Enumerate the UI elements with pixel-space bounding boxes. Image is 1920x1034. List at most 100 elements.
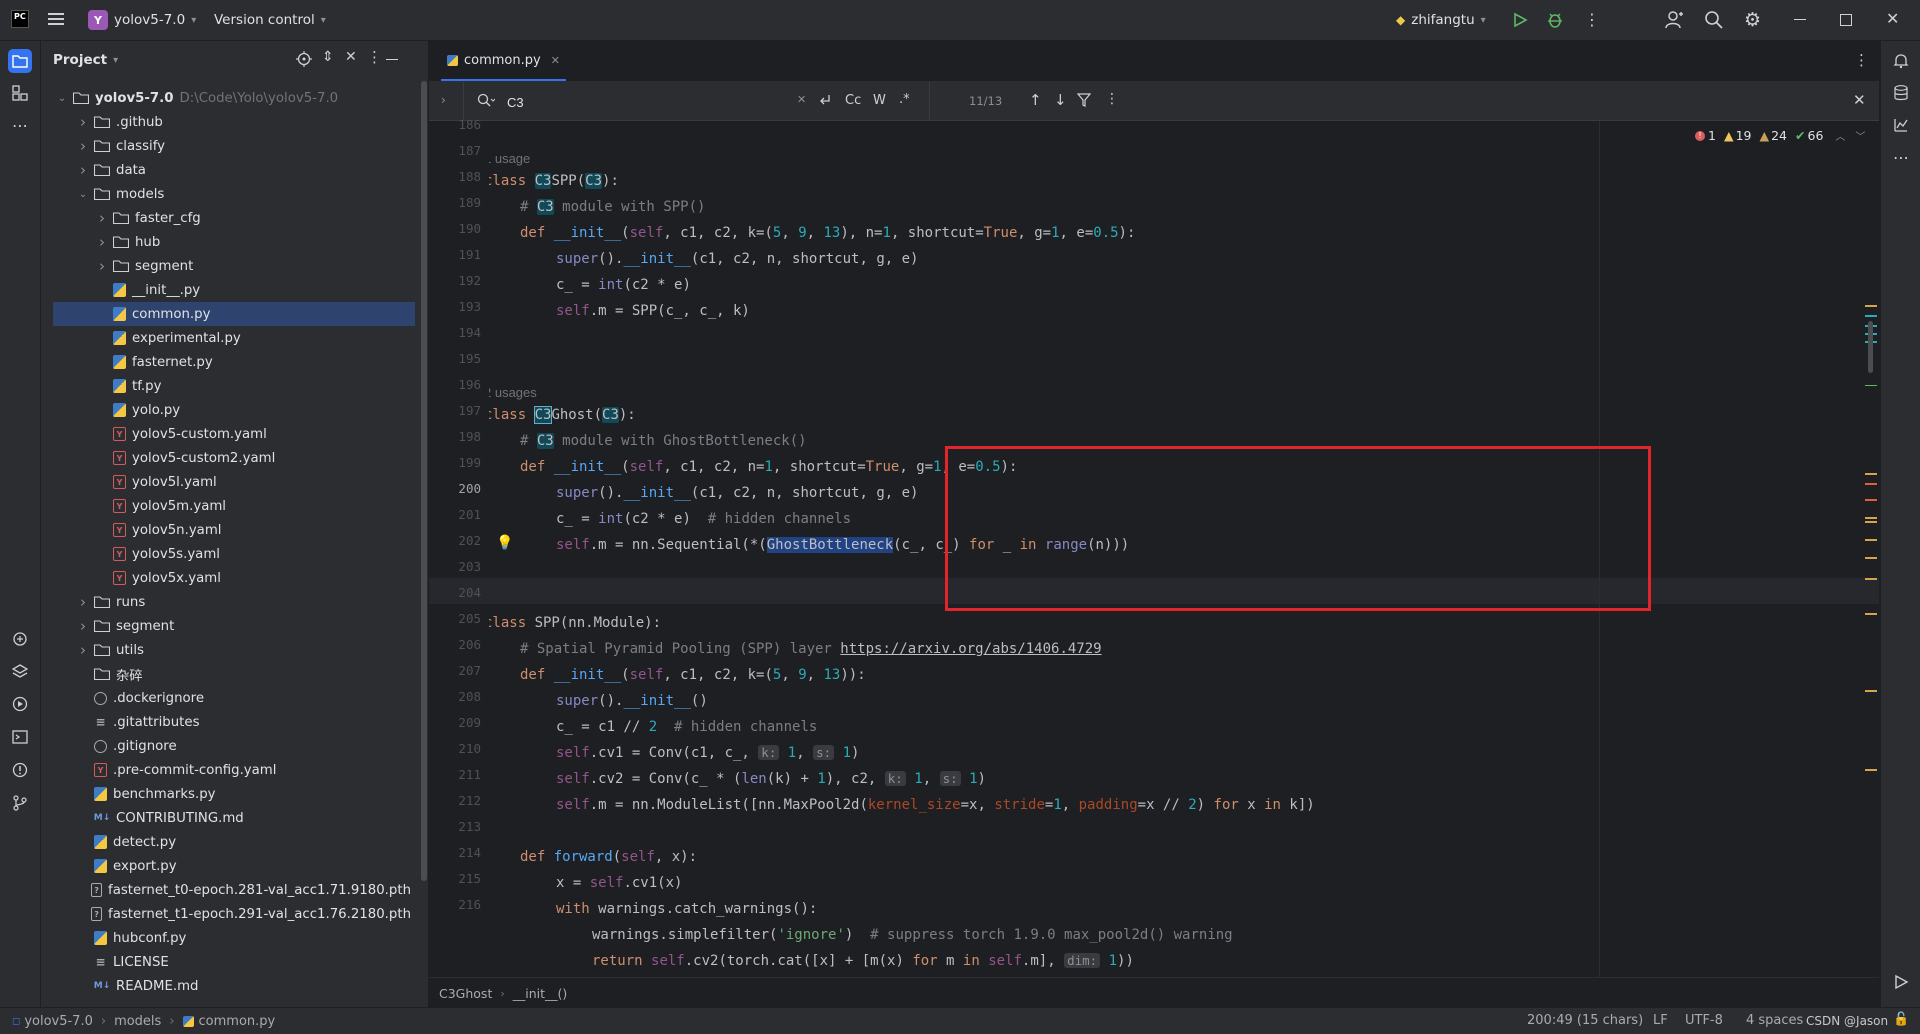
line-number[interactable]: 203: [431, 554, 481, 580]
tree-file[interactable]: M↓ CONTRIBUTING.md: [41, 806, 411, 830]
tree-file[interactable]: Yyolov5s.yaml: [41, 542, 411, 566]
tree-file[interactable]: ? fasternet_t0-epoch.281-val_acc1.71.9180…: [41, 878, 411, 902]
tree-file[interactable]: tf.py: [41, 374, 411, 398]
project-selector[interactable]: Y yolov5-7.0 ▾: [88, 10, 196, 30]
run-icon[interactable]: [1889, 970, 1913, 994]
close-find-icon[interactable]: ✕: [1853, 91, 1866, 109]
indent-setting[interactable]: 4 spaces: [1746, 1013, 1803, 1028]
tree-file[interactable]: Yyolov5m.yaml: [41, 494, 411, 518]
tree-file[interactable]: __init__.py: [41, 278, 411, 302]
database-icon[interactable]: [1889, 81, 1913, 105]
chevron-right-icon[interactable]: ›: [76, 137, 90, 155]
tree-folder[interactable]: › runs: [41, 590, 411, 614]
tree-file[interactable]: benchmarks.py: [41, 782, 411, 806]
tree-folder[interactable]: › segment: [41, 254, 411, 278]
more-tools-icon[interactable]: ⋯: [1889, 145, 1913, 169]
chevron-right-icon[interactable]: ›: [76, 593, 90, 611]
chevron-down-icon[interactable]: ﹀: [1855, 128, 1865, 143]
search-history-icon[interactable]: [477, 93, 495, 109]
tree-file[interactable]: ≡ .gitattributes: [41, 710, 411, 734]
line-number[interactable]: 198: [431, 424, 481, 450]
more-actions-icon[interactable]: ⋮: [1584, 10, 1600, 29]
regex-toggle[interactable]: .*: [899, 92, 910, 107]
tree-file[interactable]: Yyolov5l.yaml: [41, 470, 411, 494]
problems-icon[interactable]: [8, 758, 32, 782]
line-number[interactable]: 188: [431, 164, 481, 190]
tree-folder[interactable]: › hub: [41, 230, 411, 254]
line-number[interactable]: 206: [431, 632, 481, 658]
filter-icon[interactable]: [1077, 93, 1091, 107]
main-menu-icon[interactable]: [48, 12, 64, 26]
breadcrumb-class[interactable]: C3Ghost: [439, 986, 492, 1001]
line-number[interactable]: 207: [431, 658, 481, 684]
line-number[interactable]: 199: [431, 450, 481, 476]
tab-options-icon[interactable]: ⋮: [1854, 51, 1869, 69]
line-number[interactable]: 192: [431, 268, 481, 294]
tree-file[interactable]: common.py: [53, 302, 415, 326]
usage-hint[interactable]: 1 usage: [489, 151, 530, 166]
tree-file[interactable]: Yyolov5-custom.yaml: [41, 422, 411, 446]
line-number[interactable]: 189: [431, 190, 481, 216]
chevron-right-icon[interactable]: ›: [76, 617, 90, 635]
status-path-project[interactable]: yolov5-7.0: [24, 1014, 93, 1029]
tree-folder[interactable]: › faster_cfg: [41, 206, 411, 230]
tree-file[interactable]: .dockerignore: [41, 686, 411, 710]
python-packages-icon[interactable]: [8, 627, 32, 651]
tree-file[interactable]: Y .pre-commit-config.yaml: [41, 758, 411, 782]
line-number[interactable]: 191: [431, 242, 481, 268]
new-line-icon[interactable]: [817, 92, 833, 108]
find-input[interactable]: [505, 91, 729, 113]
tree-folder[interactable]: › utils: [41, 638, 411, 662]
usage-hint[interactable]: 2 usages: [489, 385, 537, 400]
tree-file[interactable]: hubconf.py: [41, 926, 411, 950]
line-number[interactable]: 209: [431, 710, 481, 736]
minimize-icon[interactable]: [1794, 19, 1806, 20]
close-tab-icon[interactable]: ✕: [551, 54, 560, 67]
chevron-right-icon[interactable]: ›: [95, 233, 109, 251]
tree-root[interactable]: ⌄ yolov5-7.0 D:\Code\Yolo\yolov5-7.0: [41, 86, 411, 110]
restore-icon[interactable]: [1840, 14, 1852, 26]
tab-common-py[interactable]: common.py ✕: [441, 41, 566, 81]
git-icon[interactable]: [8, 791, 32, 815]
tree-file[interactable]: experimental.py: [41, 326, 411, 350]
whole-words-toggle[interactable]: W: [873, 93, 886, 108]
vcs-selector[interactable]: Version control ▾: [214, 10, 326, 30]
search-icon[interactable]: [1704, 10, 1724, 30]
status-path-file[interactable]: common.py: [199, 1014, 276, 1029]
file-encoding[interactable]: UTF-8: [1685, 1013, 1723, 1028]
terminal-icon[interactable]: [8, 725, 32, 749]
breadcrumb-method[interactable]: __init__(): [513, 986, 568, 1001]
run-icon[interactable]: [1512, 12, 1528, 28]
match-case-toggle[interactable]: Cc: [845, 93, 861, 108]
line-number[interactable]: 211: [431, 762, 481, 788]
line-number[interactable]: 201: [431, 502, 481, 528]
tree-file[interactable]: yolo.py: [41, 398, 411, 422]
clear-search-icon[interactable]: ✕: [797, 93, 806, 106]
chevron-right-icon[interactable]: ›: [76, 161, 90, 179]
previous-match-icon[interactable]: ↑: [1029, 91, 1042, 109]
tree-folder[interactable]: › classify: [41, 134, 411, 158]
tree-folder[interactable]: › data: [41, 158, 411, 182]
chevron-right-icon[interactable]: ›: [441, 93, 446, 107]
find-options-icon[interactable]: ⋮: [1105, 91, 1119, 107]
line-number[interactable]: 194: [431, 320, 481, 346]
notifications-icon[interactable]: [1889, 49, 1913, 73]
tree-file[interactable]: Yyolov5x.yaml: [41, 566, 411, 590]
tree-file[interactable]: .gitignore: [41, 734, 411, 758]
debug-icon[interactable]: [1546, 11, 1564, 29]
line-number[interactable]: 215: [431, 866, 481, 892]
tree-file[interactable]: ? fasternet_t1-epoch.291-val_acc1.76.2180…: [41, 902, 411, 926]
line-number[interactable]: 216: [431, 892, 481, 918]
line-number[interactable]: 193: [431, 294, 481, 320]
tree-folder[interactable]: 杂碎: [41, 662, 411, 686]
line-number[interactable]: 197: [431, 398, 481, 424]
close-window-icon[interactable]: ✕: [1886, 9, 1899, 28]
tree-file[interactable]: Yyolov5-custom2.yaml: [41, 446, 411, 470]
tree-folder[interactable]: › .github: [41, 110, 411, 134]
structure-tool-icon[interactable]: [8, 81, 32, 105]
cursor-position[interactable]: 200:49 (15 chars): [1527, 1013, 1643, 1028]
tree-folder[interactable]: › segment: [41, 614, 411, 638]
tree-scrollbar[interactable]: [421, 81, 427, 881]
line-number[interactable]: 200: [431, 476, 481, 502]
tree-file[interactable]: ≡ LICENSE: [41, 950, 411, 974]
